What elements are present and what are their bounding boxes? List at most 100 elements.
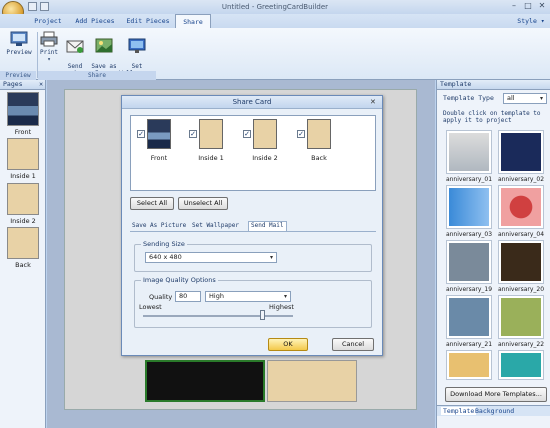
template-thumbnail[interactable] xyxy=(498,240,544,284)
page-thumbnail-front[interactable] xyxy=(7,92,39,126)
front-checkbox[interactable]: ✓ xyxy=(137,130,145,138)
chevron-down-icon: ▾ xyxy=(539,95,543,102)
download-more-templates-button[interactable]: Download More Templates... xyxy=(445,387,547,402)
card-label-inside-1: Inside 1 xyxy=(198,154,224,162)
card-photo[interactable] xyxy=(145,360,265,402)
dialog-close-icon[interactable]: ✕ xyxy=(370,98,376,106)
minimize-button[interactable]: – xyxy=(508,1,520,12)
template-panel-header: Template xyxy=(437,80,550,90)
maximize-button[interactable]: □ xyxy=(522,1,534,12)
template-thumbnail[interactable] xyxy=(446,130,492,174)
ok-button[interactable]: OK xyxy=(268,338,308,351)
style-label: Style xyxy=(517,17,537,25)
template-name: anniversary_21 xyxy=(445,341,493,348)
set-wallpaper-button[interactable]: Set Wallpaper▾ xyxy=(119,31,155,77)
inside-1-checkbox[interactable]: ✓ xyxy=(189,130,197,138)
chevron-down-icon: ▾ xyxy=(269,254,273,261)
select-all-button[interactable]: Select All xyxy=(130,197,174,210)
template-thumbnail[interactable] xyxy=(498,185,544,229)
template-thumbnail[interactable] xyxy=(446,240,492,284)
template-thumbnail[interactable] xyxy=(498,350,544,380)
image-quality-group: Image Quality Options Quality 80 High ▾ … xyxy=(134,276,372,328)
tab-edit-pieces[interactable]: Edit Pieces xyxy=(124,14,172,28)
chevron-down-icon: ▾ xyxy=(283,293,287,300)
title-bar: Untitled - GreetingCardBuilder – □ ✕ xyxy=(0,0,550,23)
pages-panel-close-icon[interactable]: ✕ xyxy=(39,80,45,89)
tab-set-wallpaper[interactable]: Set Wallpaper xyxy=(192,222,239,229)
quality-input[interactable]: 80 xyxy=(175,291,201,302)
quality-level-select[interactable]: High ▾ xyxy=(205,291,291,302)
template-type-select[interactable]: all ▾ xyxy=(503,93,547,104)
inside-2-checkbox[interactable]: ✓ xyxy=(243,130,251,138)
pages-panel: Pages ✕ Front Inside 1 Inside 2 Back xyxy=(0,80,46,428)
tab-save-as-picture[interactable]: Save As Picture xyxy=(132,222,186,229)
card-label-front: Front xyxy=(150,154,168,162)
sending-size-group: Sending Size 640 x 480 ▾ xyxy=(134,240,372,272)
dialog-tabs: Save As Picture Set Wallpaper Send Mail xyxy=(130,221,376,232)
template-thumbnail[interactable] xyxy=(446,295,492,339)
template-instruction: Double click on template to apply it to … xyxy=(443,110,541,124)
image-quality-label: Image Quality Options xyxy=(141,276,218,284)
page-thumbnail-back[interactable] xyxy=(7,227,39,259)
tab-template[interactable]: Template xyxy=(441,407,477,415)
close-button[interactable]: ✕ xyxy=(536,1,548,12)
preview-group-label: Preview xyxy=(0,71,36,80)
share-card-dialog: Share Card ✕ ✓ Front ✓ Inside 1 ✓ Inside… xyxy=(121,95,383,356)
template-thumbnail[interactable] xyxy=(446,350,492,380)
save-as-image-button[interactable]: Save as Image xyxy=(91,31,117,77)
preview-button[interactable]: Preview xyxy=(4,31,34,71)
template-panel-tabs: Template Background xyxy=(437,405,550,416)
card-label-back: Back xyxy=(311,154,327,162)
print-button[interactable]: Print ▾ xyxy=(38,31,60,71)
tab-project[interactable]: Project xyxy=(30,14,66,28)
tab-add-pieces[interactable]: Add Pieces xyxy=(70,14,120,28)
page-label-inside-2: Inside 2 xyxy=(10,217,36,225)
card-thumbnail-inside-2[interactable] xyxy=(253,119,277,149)
card-thumbnail-inside-1[interactable] xyxy=(199,119,223,149)
card-pages-list: ✓ Front ✓ Inside 1 ✓ Inside 2 ✓ Back xyxy=(130,115,376,191)
highest-label: Highest xyxy=(269,303,294,311)
ribbon: Preview Print▾ Send via Email Save as Im… xyxy=(0,28,550,84)
cancel-button[interactable]: Cancel xyxy=(332,338,374,351)
unselect-all-button[interactable]: Unselect All xyxy=(178,197,228,210)
quality-slider-track[interactable] xyxy=(143,315,293,317)
template-panel: Template Template Type all ▾ Double clic… xyxy=(436,80,550,428)
preview-icon xyxy=(10,31,28,46)
template-name: anniversary_22 xyxy=(497,341,545,348)
back-checkbox[interactable]: ✓ xyxy=(297,130,305,138)
page-label-inside-1: Inside 1 xyxy=(10,172,36,180)
pages-panel-header: Pages ✕ xyxy=(0,80,45,90)
tab-background[interactable]: Background xyxy=(475,407,514,415)
window-title: Untitled - GreetingCardBuilder xyxy=(221,3,329,11)
template-name: anniversary_02 xyxy=(497,176,545,183)
card-thumbnail-front[interactable] xyxy=(147,119,171,149)
card-label-inside-2: Inside 2 xyxy=(252,154,278,162)
sending-size-label: Sending Size xyxy=(141,240,187,248)
quality-slider-thumb[interactable] xyxy=(260,310,265,320)
page-label-front: Front xyxy=(14,128,32,136)
template-name: anniversary_01 xyxy=(445,176,493,183)
print-label: Print xyxy=(39,49,59,56)
template-thumbnail[interactable] xyxy=(498,295,544,339)
template-name: anniversary_19 xyxy=(445,286,493,293)
sending-size-value: 640 x 480 xyxy=(149,253,182,261)
printer-icon xyxy=(40,31,58,47)
send-via-email-button[interactable]: Send via Email xyxy=(61,31,89,84)
tab-share[interactable]: Share xyxy=(175,14,211,28)
image-icon xyxy=(95,38,113,53)
page-thumbnail-inside-2[interactable] xyxy=(7,183,39,215)
template-type-label: Template Type xyxy=(443,94,494,102)
card-thumbnail-back[interactable] xyxy=(307,119,331,149)
style-menu[interactable]: Style ▾ xyxy=(514,14,548,28)
ribbon-tabs: Project Add Pieces Edit Pieces Share Sty… xyxy=(0,14,550,28)
template-name: anniversary_03 xyxy=(445,231,493,238)
template-type-value: all xyxy=(507,94,515,102)
page-thumbnail-inside-1[interactable] xyxy=(7,138,39,170)
email-icon xyxy=(66,40,84,53)
sending-size-select[interactable]: 640 x 480 ▾ xyxy=(145,252,277,263)
monitor-icon xyxy=(128,38,146,53)
card-pattern[interactable] xyxy=(267,360,357,402)
template-thumbnail[interactable] xyxy=(498,130,544,174)
template-thumbnail[interactable] xyxy=(446,185,492,229)
tab-send-mail[interactable]: Send Mail xyxy=(248,221,287,231)
